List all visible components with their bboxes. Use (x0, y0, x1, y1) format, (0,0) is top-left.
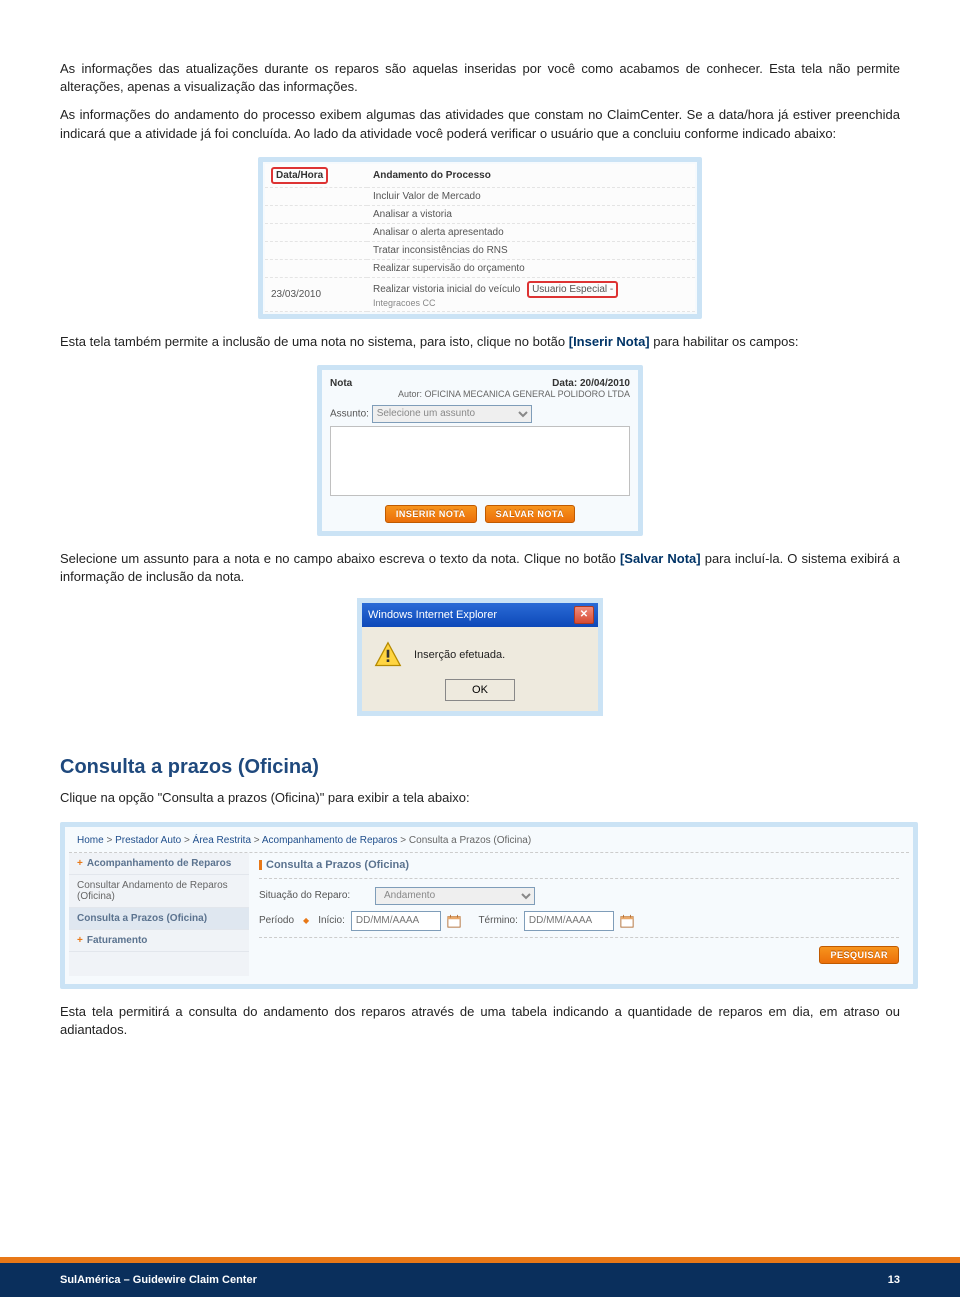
situacao-label: Situação do Reparo: (259, 890, 369, 901)
assunto-select[interactable]: Selecione um assunto (372, 405, 532, 423)
diamond-icon: ◆ (303, 916, 309, 925)
sidebar-item-acomp[interactable]: Acompanhamento de Reparos (69, 853, 249, 875)
dialog-message: Inserção efetuada. (414, 649, 505, 661)
section-heading: Consulta a prazos (Oficina) (60, 756, 900, 779)
calendar-icon[interactable] (447, 914, 461, 928)
situacao-select[interactable]: Andamento (375, 887, 535, 905)
pesquisar-button[interactable]: PESQUISAR (819, 946, 899, 964)
paragraph-2: As informações do andamento do processo … (60, 106, 900, 142)
periodo-label: Período (259, 915, 294, 926)
nota-autor: Autor: OFICINA MECANICA GENERAL POLIDORO… (330, 389, 630, 399)
sidebar-item-consultar-andamento[interactable]: Consultar Andamento de Reparos (Oficina) (69, 875, 249, 908)
nota-textarea[interactable] (330, 426, 630, 496)
sidebar-item-consulta-prazos[interactable]: Consulta a Prazos (Oficina) (69, 908, 249, 930)
inserir-nota-ref: [Inserir Nota] (569, 334, 650, 349)
paragraph-4: Selecione um assunto para a nota e no ca… (60, 550, 900, 586)
inserir-nota-button[interactable]: INSERIR NOTA (385, 505, 477, 523)
paragraph-5: Clique na opção "Consulta a prazos (Ofic… (60, 789, 900, 807)
dialog-title: Windows Internet Explorer (368, 609, 497, 621)
figure-consulta-prazos: Home > Prestador Auto > Área Restrita > … (60, 822, 918, 989)
salvar-nota-ref: [Salvar Nota] (620, 551, 701, 566)
andamento-row: Analisar a vistoria (367, 205, 695, 223)
col-andamento-header: Andamento do Processo (367, 164, 695, 188)
figure-andamento-table: Data/Hora Andamento do Processo Incluir … (258, 157, 702, 319)
page-footer: SulAmérica – Guidewire Claim Center 13 (0, 1263, 960, 1297)
figure-nota-form: Nota Data: 20/04/2010 Autor: OFICINA MEC… (317, 365, 643, 536)
crumb-current: Consulta a Prazos (Oficina) (409, 835, 531, 846)
termino-label: Término: (478, 915, 517, 926)
assunto-label: Assunto: (330, 408, 369, 419)
andamento-last-act: Realizar vistoria inicial do veículo (373, 284, 520, 295)
andamento-row: Realizar supervisão do orçamento (367, 259, 695, 277)
breadcrumb: Home > Prestador Auto > Área Restrita > … (69, 831, 909, 853)
andamento-subline: Integracoes CC (373, 298, 689, 308)
sidebar-nav: Acompanhamento de Reparos Consultar Anda… (69, 853, 249, 976)
crumb-area[interactable]: Área Restrita (193, 835, 251, 846)
sidebar-item-faturamento[interactable]: Faturamento (69, 930, 249, 952)
andamento-row: Incluir Valor de Mercado (367, 187, 695, 205)
ok-button[interactable]: OK (445, 679, 515, 701)
footer-title: SulAmérica – Guidewire Claim Center (60, 1274, 257, 1286)
inicio-input[interactable] (351, 911, 441, 931)
crumb-prestador[interactable]: Prestador Auto (115, 835, 181, 846)
paragraph-1: As informações das atualizações durante … (60, 60, 900, 96)
inicio-label: Início: (318, 915, 345, 926)
calendar-icon[interactable] (620, 914, 634, 928)
para3-text-b: para habilitar os campos: (650, 334, 799, 349)
footer-page-number: 13 (888, 1274, 900, 1286)
andamento-date: 23/03/2010 (265, 277, 367, 311)
paragraph-6: Esta tela permitirá a consulta do andame… (60, 1003, 900, 1039)
panel-title: Consulta a Prazos (Oficina) (259, 859, 899, 874)
termino-input[interactable] (524, 911, 614, 931)
nota-label: Nota (330, 378, 352, 389)
crumb-home[interactable]: Home (77, 835, 104, 846)
col-datahora-header: Data/Hora (271, 167, 328, 184)
figure-ie-dialog: Windows Internet Explorer ✕ Inserção efe… (357, 598, 603, 716)
crumb-acomp[interactable]: Acompanhamento de Reparos (262, 835, 398, 846)
warning-icon (374, 641, 402, 669)
salvar-nota-button[interactable]: SALVAR NOTA (485, 505, 576, 523)
para4-text-a: Selecione um assunto para a nota e no ca… (60, 551, 620, 566)
andamento-user-highlight: Usuario Especial - (527, 281, 618, 298)
close-icon[interactable]: ✕ (574, 606, 594, 624)
para3-text-a: Esta tela também permite a inclusão de u… (60, 334, 569, 349)
andamento-row: Analisar o alerta apresentado (367, 223, 695, 241)
paragraph-3: Esta tela também permite a inclusão de u… (60, 333, 900, 351)
nota-data-label: Data: 20/04/2010 (552, 378, 630, 389)
andamento-row: Tratar inconsistências do RNS (367, 241, 695, 259)
